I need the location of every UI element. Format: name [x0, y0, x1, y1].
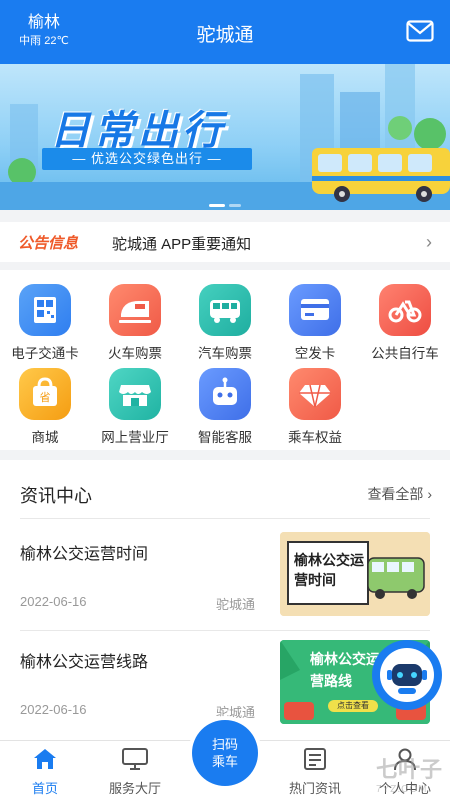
tab-label: 热门资讯	[288, 781, 341, 796]
chevron-right-icon: ›	[426, 232, 432, 252]
carousel-indicator	[0, 194, 450, 210]
service-label: 火车购票	[108, 346, 162, 361]
service-label: 电子交通卡	[11, 346, 79, 361]
news-thumbnail-button: 点击查看	[337, 701, 369, 710]
service-bus-ticket[interactable]: 汽车购票	[180, 284, 270, 362]
store-icon	[109, 368, 161, 420]
top-header: 榆林 中雨 22℃ 驼城通	[0, 0, 450, 64]
service-label: 智能客服	[198, 430, 252, 445]
scan-to-ride-inner[interactable]: 扫码 乘车	[192, 720, 258, 786]
news-icon	[304, 748, 326, 770]
svg-text:省: 省	[40, 391, 51, 404]
watermark: 七叶子 7YZ.COM	[376, 752, 442, 795]
view-all-link[interactable]: 查看全部 ›	[367, 484, 432, 504]
news-thumbnail[interactable]: 榆林公交运营时间	[280, 532, 430, 616]
service-e-card[interactable]: 电子交通卡	[0, 284, 90, 362]
card-icon	[289, 284, 341, 336]
service-card-issue[interactable]: 空发卡	[270, 284, 360, 362]
notice-bar[interactable]: 公告信息 驼城通 APP重要通知 ›	[0, 222, 450, 262]
divider	[20, 518, 430, 519]
service-label: 汽车购票	[198, 346, 252, 361]
service-label: 空发卡	[294, 346, 336, 361]
news-item-date: 2022-06-16	[20, 702, 87, 717]
service-label: 网上营业厅	[101, 430, 169, 445]
app-title: 驼城通	[196, 25, 254, 46]
service-label: 商城	[31, 430, 59, 445]
home-icon	[34, 749, 56, 769]
qr-card-icon	[19, 284, 71, 336]
service-mall[interactable]: 省 商城	[0, 368, 90, 446]
news-thumbnail-text: 榆林公交运营时间	[294, 552, 364, 588]
carousel-dot-active	[209, 204, 225, 207]
shopping-bag-icon: 省	[19, 368, 71, 420]
scan-label-line1: 扫码	[211, 737, 238, 752]
service-label: 乘车权益	[288, 430, 342, 445]
service-ride-benefits[interactable]: 乘车权益	[270, 368, 360, 446]
service-grid: 电子交通卡 火车购票 汽车购票 空发卡 公共自行车 省 商城 网上营业厅 智能客…	[0, 270, 450, 450]
robot-icon	[199, 368, 251, 420]
scan-label-line2: 乘车	[211, 754, 238, 769]
news-section-title: 资讯中心	[20, 486, 92, 506]
scan-to-ride-button[interactable]: 扫码 乘车	[188, 716, 262, 790]
service-public-bicycle[interactable]: 公共自行车	[360, 284, 450, 362]
monitor-icon	[122, 748, 148, 770]
news-item-title[interactable]: 榆林公交运营线路	[20, 648, 148, 672]
news-item[interactable]: 榆林公交运营时间 2022-06-16 驼城通 榆林公交运营时间	[0, 520, 450, 630]
news-item-source: 驼城通	[216, 597, 256, 612]
watermark-text: 七叶子	[375, 757, 442, 782]
tab-service-hall[interactable]: 服务大厅	[90, 747, 180, 797]
diamond-icon	[289, 368, 341, 420]
assistant-bot-button[interactable]	[372, 640, 442, 710]
robot-icon	[374, 642, 440, 708]
tab-label: 首页	[31, 781, 58, 796]
news-item-date: 2022-06-16	[20, 594, 87, 609]
service-label: 公共自行车	[371, 346, 439, 361]
bicycle-icon	[379, 284, 431, 336]
train-icon	[109, 284, 161, 336]
service-ai-support[interactable]: 智能客服	[180, 368, 270, 446]
banner-carousel[interactable]: 日常出行 — 优选公交绿色出行 —	[0, 64, 450, 210]
banner-subtitle: — 优选公交绿色出行 —	[42, 148, 252, 170]
tab-home[interactable]: 首页	[0, 747, 90, 797]
news-item-title[interactable]: 榆林公交运营时间	[20, 540, 148, 564]
carousel-dot	[229, 204, 241, 207]
tab-hot-news[interactable]: 热门资讯	[270, 747, 360, 797]
service-train-ticket[interactable]: 火车购票	[90, 284, 180, 362]
service-online-hall[interactable]: 网上营业厅	[90, 368, 180, 446]
notice-text[interactable]: 驼城通 APP重要通知	[112, 233, 251, 254]
tab-label: 服务大厅	[108, 781, 161, 796]
watermark-domain: 7YZ.COM	[375, 784, 428, 795]
bus-icon	[199, 284, 251, 336]
mail-icon[interactable]	[406, 20, 434, 42]
notice-tag: 公告信息	[18, 235, 79, 252]
